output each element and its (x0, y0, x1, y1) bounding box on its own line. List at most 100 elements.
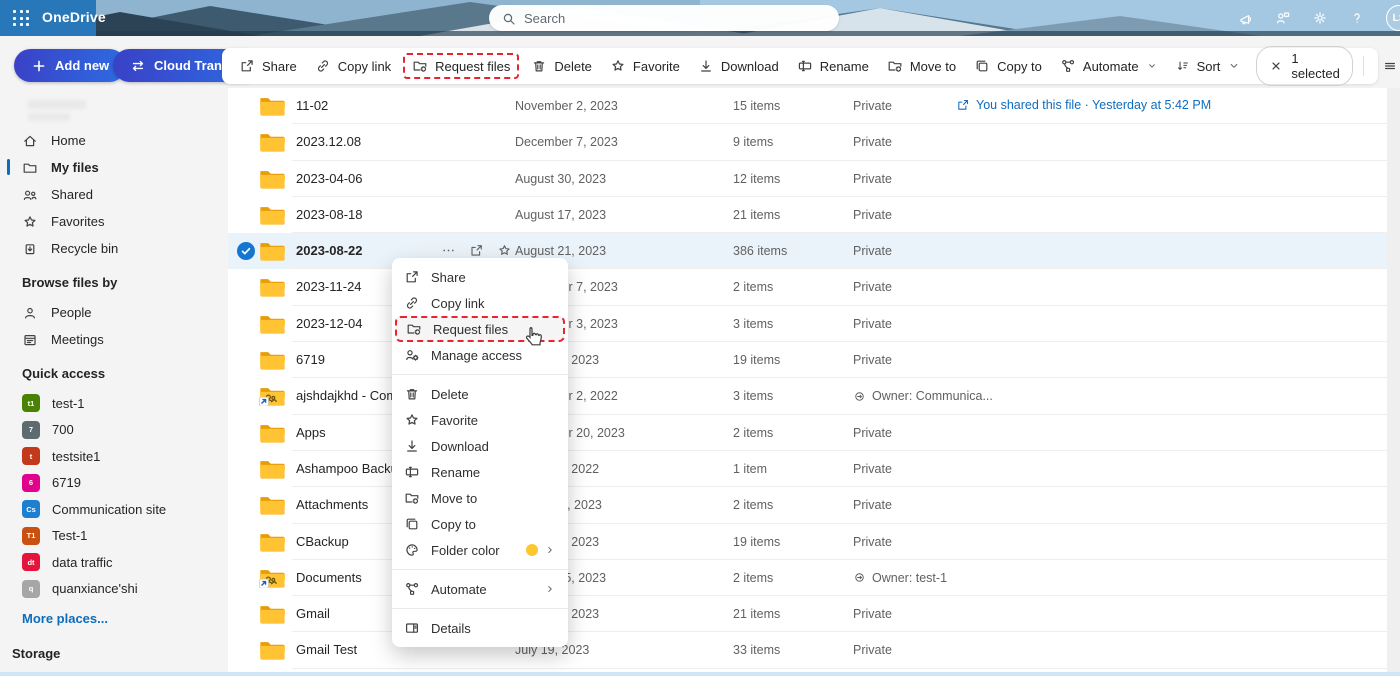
shared-activity-note[interactable]: You shared this file · Yesterday at 5:42… (956, 98, 1211, 112)
selection-count-pill[interactable]: 1 selected (1256, 46, 1353, 86)
toolbar-rename-button[interactable]: Rename (788, 53, 878, 79)
more-places-link[interactable]: More places... (0, 602, 228, 626)
vertical-scrollbar[interactable] (1387, 88, 1400, 672)
folder-icon (259, 640, 285, 661)
file-name[interactable]: 2023-04-06 (296, 171, 363, 186)
bottom-edge-strip (0, 672, 1400, 676)
quick-access-test-1[interactable]: t1 test-1 (0, 390, 228, 417)
menu-item-download[interactable]: Download (392, 433, 568, 459)
menu-item-folder-color[interactable]: Folder color (392, 537, 568, 563)
quick-access-label: test-1 (52, 395, 85, 411)
menu-item-favorite[interactable]: Favorite (392, 407, 568, 433)
file-name[interactable]: Documents (296, 570, 362, 585)
sidebar-item-recycle-bin[interactable]: Recycle bin (0, 235, 228, 262)
file-row-11-02[interactable]: 11-02 November 2, 2023 15 items Private You … (228, 88, 1400, 125)
megaphone-icon[interactable] (1238, 10, 1254, 26)
app-title: OneDrive (42, 9, 106, 25)
quick-access-quanxiance-shi[interactable]: q quanxiance'shi (0, 576, 228, 603)
toolbar-favorite-button[interactable]: Favorite (601, 53, 689, 79)
sidebar-item-meetings[interactable]: Meetings (0, 326, 228, 353)
file-row-2023-08-18[interactable]: 2023-08-18 August 17, 2023 21 items Private (228, 197, 1400, 234)
modified-date: November 2, 2023 (515, 99, 618, 113)
help-icon[interactable] (1349, 10, 1365, 26)
file-row-2023-04-06[interactable]: 2023-04-06 August 30, 2023 12 items Private (228, 161, 1400, 198)
sidebar-item-home[interactable]: Home (0, 127, 228, 154)
file-name[interactable]: 2023-08-18 (296, 207, 363, 222)
file-name[interactable]: Apps (296, 425, 326, 440)
toolbar-automate-button[interactable]: Automate (1051, 53, 1167, 79)
sharing-status: Private (853, 426, 892, 440)
sharing-status: Private (853, 535, 892, 549)
row-favorite-button[interactable] (497, 243, 512, 258)
quick-access-label: testsite1 (52, 448, 101, 464)
add-new-button[interactable]: Add new (14, 49, 127, 82)
menu-item-delete[interactable]: Delete (392, 381, 568, 407)
quick-access-700[interactable]: 7 700 (0, 417, 228, 444)
file-name[interactable]: Attachments (296, 497, 368, 512)
clear-selection-x-icon[interactable] (1269, 59, 1283, 73)
sidebar-item-favorites[interactable]: Favorites (0, 208, 228, 235)
menu-item-rename[interactable]: Rename (392, 459, 568, 485)
quick-access-communication-site[interactable]: Cs Communication site (0, 496, 228, 523)
toolbar-copy-to-button[interactable]: Copy to (965, 53, 1051, 79)
site-avatar: 7 (22, 420, 40, 439)
file-name[interactable]: 2023.12.08 (296, 134, 361, 149)
menu-item-move-to[interactable]: Move to (392, 485, 568, 511)
settings-gear-icon[interactable] (1312, 10, 1328, 26)
toolbar-move-to-button[interactable]: Move to (878, 53, 965, 79)
menu-item-share[interactable]: Share (392, 264, 568, 290)
file-name[interactable]: 2023-08-22 (296, 243, 363, 258)
app-launcher-waffle-icon[interactable] (13, 10, 30, 27)
menu-item-details[interactable]: Details (392, 615, 568, 641)
menu-item-manage-access[interactable]: Manage access (392, 342, 568, 368)
modified-date: August 30, 2023 (515, 171, 607, 186)
selected-check-icon[interactable] (237, 242, 255, 261)
sort-button[interactable]: Sort (1167, 54, 1251, 79)
toolbar-label: Rename (819, 58, 869, 74)
sharing-text: Private (853, 353, 892, 368)
row-more-button[interactable] (441, 243, 456, 258)
toolbar-copy-link-button[interactable]: Copy link (306, 53, 400, 79)
file-name[interactable]: 2023-12-04 (296, 316, 363, 331)
file-name[interactable]: 11-02 (296, 98, 328, 113)
menu-item-copy-to[interactable]: Copy to (392, 511, 568, 537)
quick-access-6719[interactable]: 6 6719 (0, 470, 228, 497)
file-name[interactable]: Gmail Test (296, 642, 357, 657)
menu-item-request-files[interactable]: Request files (395, 316, 565, 342)
file-row-2023-12-08[interactable]: 2023.12.08 December 7, 2023 9 items Private (228, 124, 1400, 161)
folder-icon (259, 532, 285, 552)
shared-folder-icon (259, 386, 285, 407)
file-name[interactable]: Gmail (296, 606, 330, 621)
menu-item-automate[interactable]: Automate (392, 576, 568, 602)
search-input[interactable]: Search (489, 5, 839, 31)
sidebar-item-shared[interactable]: Shared (0, 181, 228, 208)
menu-item-copy-link[interactable]: Copy link (392, 290, 568, 316)
toolbar-delete-button[interactable]: Delete (522, 53, 601, 79)
toolbar-request-files-button[interactable]: Request files (403, 53, 520, 79)
sharing-text: Owner: Communica... (872, 389, 993, 404)
toolbar-share-button[interactable]: Share (230, 53, 306, 79)
file-name[interactable]: CBackup (296, 534, 349, 549)
quick-access-label: 700 (52, 422, 74, 438)
move-to-icon (404, 490, 420, 506)
quick-access-test-1[interactable]: T1 Test-1 (0, 523, 228, 550)
quick-access-testsite1[interactable]: t testsite1 (0, 443, 228, 470)
sidebar-item-my-files[interactable]: My files (0, 154, 228, 181)
download-icon (698, 58, 714, 74)
view-options-button[interactable] (1374, 54, 1400, 78)
file-name[interactable]: 6719 (296, 352, 325, 367)
automate-icon (404, 581, 420, 597)
context-menu: Share Copy link Request files Manage access… (392, 258, 568, 647)
details-icon (404, 620, 420, 636)
quick-access-data-traffic[interactable]: dt data traffic (0, 549, 228, 576)
site-avatar: t1 (22, 394, 40, 413)
account-avatar[interactable]: LS (1386, 5, 1400, 31)
file-name[interactable]: 2023-11-24 (296, 279, 362, 294)
sidebar: Home My files Shared Favorites Recycle bin B… (0, 88, 228, 676)
toolbar-label: Request files (435, 58, 511, 74)
toolbar-download-button[interactable]: Download (689, 53, 788, 79)
chevron-down-icon (1227, 59, 1241, 73)
row-share-button[interactable] (469, 243, 484, 258)
sidebar-item-people[interactable]: People (0, 299, 228, 326)
feedback-icon[interactable] (1275, 10, 1291, 26)
